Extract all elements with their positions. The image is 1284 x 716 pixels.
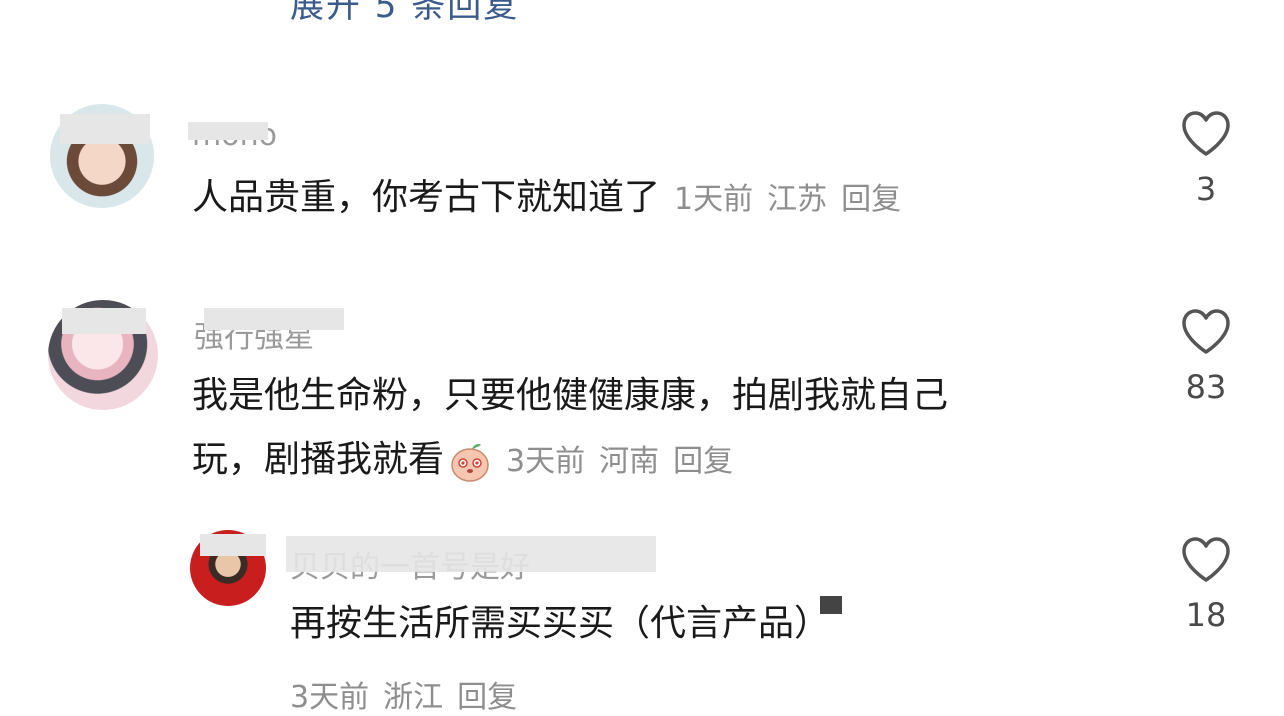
heart-icon: [1182, 537, 1230, 582]
like-button[interactable]: 83: [1176, 308, 1236, 406]
like-count: 18: [1185, 596, 1227, 634]
comment-time: 3天前: [290, 680, 370, 715]
comment-meta: 3天前 河南 回复: [506, 444, 747, 479]
like-button[interactable]: 18: [1176, 536, 1236, 634]
like-button[interactable]: 3: [1176, 110, 1236, 208]
comment-body-line: 玩，剧播我就看 3天前 河南 回复: [192, 428, 948, 494]
reply-button[interactable]: 回复: [841, 182, 901, 217]
peach-smile-emoji: [448, 439, 492, 483]
heart-icon: [1182, 111, 1230, 156]
comment-body: 玩，剧播我就看: [192, 439, 445, 480]
comment-body: 人品贵重，你考古下就知道了: [192, 177, 661, 218]
comment-text: 我是他生命粉，只要他健健康康，拍剧我就自己 玩，剧播我就看 3天前 河南 回复: [192, 364, 948, 494]
comment-meta: 1天前 江苏 回复: [674, 182, 915, 217]
heart-icon: [1182, 309, 1230, 354]
censor-block: [286, 536, 656, 572]
comment-time: 1天前: [674, 182, 754, 217]
comment-location: 江苏: [767, 182, 828, 217]
like-count: 3: [1195, 170, 1217, 208]
reply-button[interactable]: 回复: [457, 680, 517, 715]
censor-block: [60, 114, 150, 144]
censor-block: [204, 308, 344, 330]
expand-replies-link[interactable]: 展开 5 条回复: [290, 0, 519, 27]
comment-body-line: 我是他生命粉，只要他健健康康，拍剧我就自己: [192, 375, 949, 416]
comment-time: 3天前: [506, 444, 586, 479]
censor-block: [200, 534, 266, 556]
censor-block: [820, 596, 842, 614]
comment-meta: 3天前 浙江 回复: [290, 672, 531, 716]
comment-location: 河南: [599, 444, 660, 479]
censor-block: [62, 308, 146, 334]
comment-text: 人品贵重，你考古下就知道了 1天前 江苏 回复: [192, 166, 915, 232]
comment-body: 再按生活所需买买买（代言产品）: [290, 603, 831, 644]
censor-block: [188, 122, 268, 140]
like-count: 83: [1185, 368, 1227, 406]
comment-text: 再按生活所需买买买（代言产品）: [290, 592, 830, 656]
reply-button[interactable]: 回复: [673, 444, 733, 479]
comment-location: 浙江: [383, 680, 444, 715]
